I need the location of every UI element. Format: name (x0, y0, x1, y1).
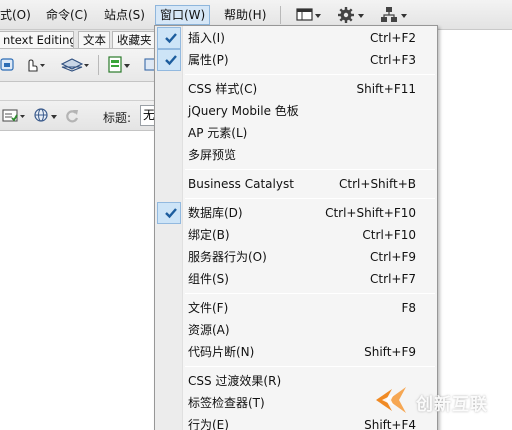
checkmark-icon (165, 208, 177, 219)
menu-item-label: 插入(I) (188, 31, 225, 45)
site-icon[interactable] (380, 6, 408, 24)
menu-item-label: 文件(F) (188, 301, 229, 315)
menu-item-label: AP 元素(L) (188, 126, 248, 140)
menu-item-label: 代码片断(N) (188, 345, 255, 359)
menu-item-shortcut: Ctrl+F9 (370, 250, 416, 264)
menu-item-组件[interactable]: 组件(S) Ctrl+F7 (155, 268, 437, 290)
checkmark-icon (165, 33, 177, 44)
menu-item-shortcut: Ctrl+F7 (370, 272, 416, 286)
menu-item-label: 资源(A) (188, 323, 230, 337)
menu-item-label: CSS 样式(C) (188, 82, 258, 96)
menu-separator (185, 169, 435, 170)
checkmark-icon (165, 55, 177, 66)
menu-separator (185, 366, 435, 367)
menu-item-label: 多屏预览 (188, 148, 237, 162)
menu-item-label: 组件(S) (188, 272, 229, 286)
insert-panel-tabs: ntext Editing 文本 收藏夹 (0, 30, 158, 49)
menu-item-shortcut: Shift+F11 (356, 82, 416, 96)
menu-item-shortcut: Ctrl+Shift+F10 (325, 206, 416, 220)
menu-divider (280, 6, 281, 24)
menu-item-label: jQuery Mobile 色板 (188, 104, 299, 118)
menu-item-shortcut: Ctrl+F2 (370, 31, 416, 45)
menu-help[interactable]: 帮助(H) (220, 5, 270, 25)
tab-context-editing[interactable]: ntext Editing (0, 31, 74, 48)
preview-globe-icon[interactable] (32, 107, 58, 128)
menu-commands[interactable]: 命令(C) (42, 5, 92, 25)
gear-icon[interactable] (337, 6, 365, 24)
menu-item-css-样式[interactable]: CSS 样式(C) Shift+F11 (155, 78, 437, 100)
hand-icon[interactable] (24, 57, 46, 76)
window-menu-dropdown: 插入(I) Ctrl+F2 属性(P) Ctrl+F3 CSS 样式(C) Shift+F… (154, 25, 438, 430)
refresh-icon[interactable] (64, 107, 80, 128)
menu-item-资源[interactable]: 资源(A) (155, 319, 437, 341)
brand-logo-icon (372, 383, 410, 420)
check-highlight (157, 49, 181, 71)
layers-icon[interactable] (60, 57, 90, 76)
menu-separator (185, 293, 435, 294)
menu-item-shortcut: F8 (401, 301, 416, 315)
menu-item-shortcut: Shift+F9 (364, 345, 416, 359)
menu-item-插入[interactable]: 插入(I) Ctrl+F2 (155, 27, 437, 49)
check-highlight (157, 202, 181, 224)
watermark: 创新互联 (372, 381, 512, 419)
menu-item-属性[interactable]: 属性(P) Ctrl+F3 (155, 49, 437, 71)
menu-site[interactable]: 站点(S) (100, 5, 149, 25)
menu-item-多屏预览[interactable]: 多屏预览 (155, 144, 437, 166)
tab-favorites[interactable]: 收藏夹 (112, 31, 158, 48)
menu-separator (185, 198, 435, 199)
menu-item-绑定[interactable]: 绑定(B) Ctrl+F10 (155, 224, 437, 246)
menu-item-代码片断[interactable]: 代码片断(N) Shift+F9 (155, 341, 437, 363)
menu-item-shortcut: Ctrl+Shift+B (339, 177, 416, 191)
menu-item-label: Business Catalyst (188, 177, 294, 191)
menu-item-label: 服务器行为(O) (188, 250, 267, 264)
watermark-text: 创新互联 (416, 395, 488, 415)
menu-separator (185, 74, 435, 75)
menu-item-shortcut: Ctrl+F10 (362, 228, 416, 242)
toolbar-spacer (0, 82, 155, 100)
menu-item-label: 属性(P) (188, 53, 229, 67)
tab-text[interactable]: 文本 (78, 31, 110, 48)
layout-icon[interactable] (296, 6, 322, 24)
menu-item-label: 数据库(D) (188, 206, 243, 220)
template-icon[interactable] (106, 56, 132, 77)
document-toolbar: 标题: 无 (0, 100, 170, 131)
menu-item-label: CSS 过渡效果(R) (188, 374, 282, 388)
menu-item-business-catalyst[interactable]: Business Catalyst Ctrl+Shift+B (155, 173, 437, 195)
menu-item-数据库[interactable]: 数据库(D) Ctrl+Shift+F10 (155, 202, 437, 224)
title-label: 标题: (103, 111, 132, 125)
menu-item-shortcut: Ctrl+F3 (370, 53, 416, 67)
insert-toolbar (0, 49, 156, 82)
toolbar-divider (98, 55, 99, 75)
menu-item-文件[interactable]: 文件(F) F8 (155, 297, 437, 319)
menu-item-ap-元素[interactable]: AP 元素(L) (155, 122, 437, 144)
check-highlight (157, 27, 181, 49)
menu-item-label: 标签检查器(T) (188, 396, 265, 410)
edit-tag-icon[interactable] (0, 57, 16, 76)
menu-item-label: 行为(E) (188, 418, 229, 430)
menu-format[interactable]: 式(O) (0, 5, 35, 25)
validate-icon[interactable] (2, 108, 26, 127)
menu-item-label: 绑定(B) (188, 228, 230, 242)
menu-item-jquery-mobile-色板[interactable]: jQuery Mobile 色板 (155, 100, 437, 122)
menu-window[interactable]: 窗口(W) (155, 5, 211, 25)
menu-item-服务器行为[interactable]: 服务器行为(O) Ctrl+F9 (155, 246, 437, 268)
